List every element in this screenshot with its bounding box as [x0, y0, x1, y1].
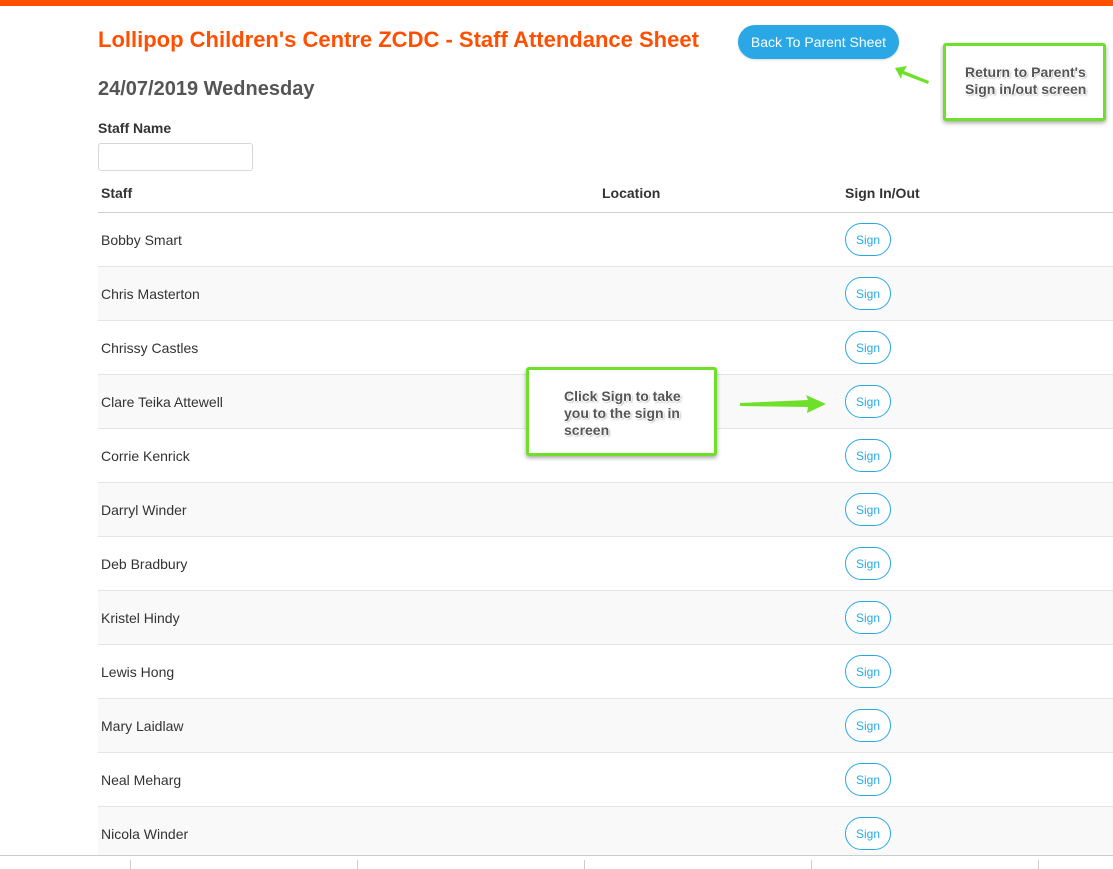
- top-accent-bar: [0, 0, 1113, 6]
- sign-button[interactable]: Sign: [845, 385, 891, 418]
- column-header-sign-in-out: Sign In/Out: [845, 185, 920, 201]
- staff-name: Bobby Smart: [101, 232, 182, 248]
- table-row: Chris Masterton Sign: [98, 267, 1113, 321]
- sign-button[interactable]: Sign: [845, 817, 891, 850]
- sign-button[interactable]: Sign: [845, 655, 891, 688]
- staff-name: Darryl Winder: [101, 502, 187, 518]
- staff-name: Neal Meharg: [101, 772, 182, 788]
- sign-button[interactable]: Sign: [845, 547, 891, 580]
- sign-button[interactable]: Sign: [845, 709, 891, 742]
- staff-name: Chrissy Castles: [101, 340, 199, 356]
- sign-button[interactable]: Sign: [845, 223, 891, 256]
- staff-name: Lewis Hong: [101, 664, 175, 680]
- table-row: Darryl Winder Sign: [98, 483, 1113, 537]
- staff-name: Kristel Hindy: [101, 610, 180, 626]
- annotation-arrow-icon: [895, 66, 929, 84]
- staff-table: Staff Location Sign In/Out Bobby Smart Si…: [98, 177, 1113, 861]
- sign-button[interactable]: Sign: [845, 601, 891, 634]
- table-row: Nicola Winder Sign: [98, 807, 1113, 861]
- table-body: Bobby Smart Sign Chris Masterton Sign Chriss…: [98, 213, 1113, 861]
- annotation-arrow-icon: [740, 395, 826, 413]
- sign-button[interactable]: Sign: [845, 277, 891, 310]
- date-heading: 24/07/2019 Wednesday: [98, 78, 315, 100]
- sign-button[interactable]: Sign: [845, 493, 891, 526]
- annotation-sign-note: Click Sign to take you to the sign in sc…: [526, 367, 717, 456]
- table-row: Neal Meharg Sign: [98, 753, 1113, 807]
- column-header-location: Location: [602, 185, 661, 201]
- staff-name: Mary Laidlaw: [101, 718, 184, 734]
- staff-name: Deb Bradbury: [101, 556, 188, 572]
- page-title: Lollipop Children's Centre ZCDC - Staff …: [98, 27, 699, 52]
- staff-name-filter-input[interactable]: [98, 143, 253, 171]
- sign-button[interactable]: Sign: [845, 763, 891, 796]
- annotation-sign-text: Click Sign to take you to the sign in sc…: [564, 388, 681, 438]
- bottom-table-edge: [0, 855, 1113, 869]
- staff-name: Corrie Kenrick: [101, 448, 190, 464]
- table-header: Staff Location Sign In/Out: [98, 177, 1113, 213]
- table-row: Bobby Smart Sign: [98, 213, 1113, 267]
- sign-button[interactable]: Sign: [845, 331, 891, 364]
- annotation-return-note: Return to Parent's Sign in/out screen: [943, 43, 1106, 121]
- table-row: Lewis Hong Sign: [98, 645, 1113, 699]
- staff-name-filter-label: Staff Name: [98, 120, 172, 136]
- table-row: Mary Laidlaw Sign: [98, 699, 1113, 753]
- staff-name: Clare Teika Attewell: [101, 394, 223, 410]
- back-to-parent-sheet-button[interactable]: Back To Parent Sheet: [738, 25, 899, 59]
- column-header-staff: Staff: [101, 185, 133, 201]
- table-row: Deb Bradbury Sign: [98, 537, 1113, 591]
- staff-name: Chris Masterton: [101, 286, 200, 302]
- staff-name: Nicola Winder: [101, 826, 189, 842]
- table-row: Kristel Hindy Sign: [98, 591, 1113, 645]
- annotation-return-text: Return to Parent's Sign in/out screen: [965, 64, 1087, 97]
- sign-button[interactable]: Sign: [845, 439, 891, 472]
